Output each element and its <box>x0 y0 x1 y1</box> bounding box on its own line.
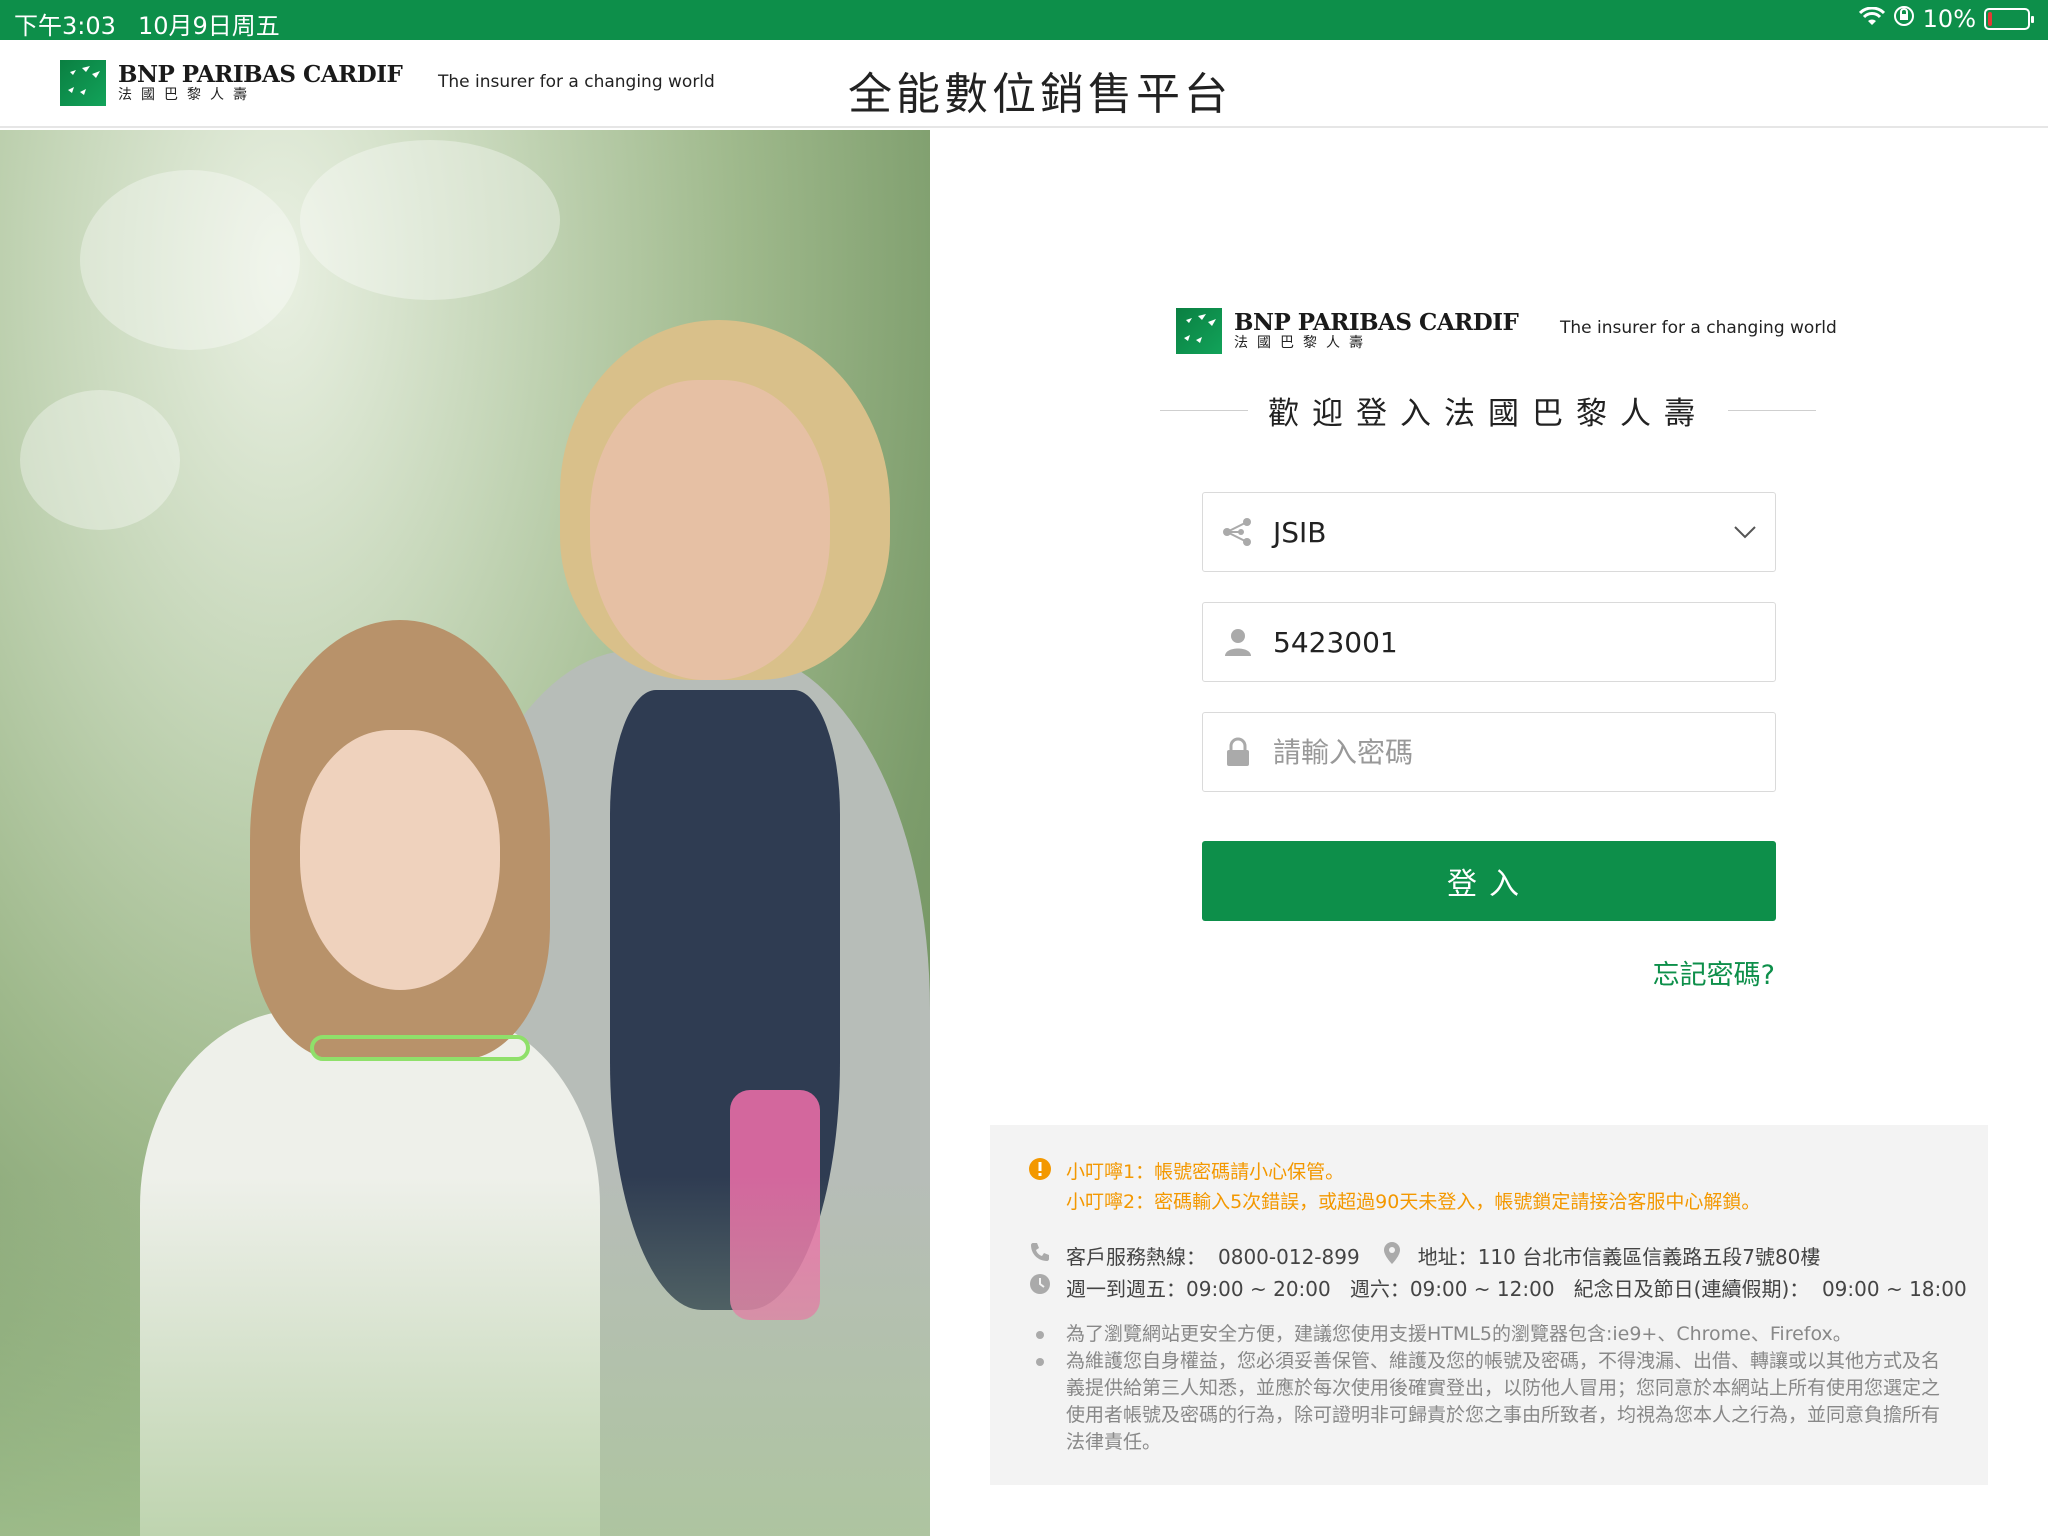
share-network-icon <box>1203 517 1273 547</box>
login-logo: BNP PARIBAS CARDIF 法國巴黎人壽 <box>1176 308 1519 354</box>
status-date: 10月9日周五 <box>138 12 280 40</box>
bnp-stars-logo-icon <box>1176 308 1222 354</box>
account-field[interactable] <box>1202 602 1776 682</box>
clock-icon <box>1026 1273 1054 1295</box>
user-icon <box>1203 627 1273 657</box>
battery-charging-icon <box>1984 8 2034 30</box>
rights-note: 為維護您自身權益，您必須妥善保管、維護及您的帳號及密碼，不得洩漏、出借、轉讓或以… <box>1066 1350 1941 1453</box>
bullet <box>1036 1358 1044 1366</box>
header-brand-name: BNP PARIBAS CARDIF <box>118 61 403 88</box>
phone-icon <box>1026 1241 1054 1263</box>
wifi-icon <box>1858 5 1885 33</box>
password-field[interactable] <box>1202 712 1776 792</box>
hotline-number[interactable]: 0800-012-899 <box>1218 1241 1360 1273</box>
battery-level <box>1988 12 1992 26</box>
password-input[interactable] <box>1273 735 1775 769</box>
address-value: 110 台北市信義區信義路五段7號80樓 <box>1477 1245 1821 1269</box>
rights-note-row: 為維護您自身權益，您必須妥善保管、維護及您的帳號及密碼，不得洩漏、出借、轉讓或以… <box>1026 1348 1946 1456</box>
status-bar: 下午3:03 10月9日周五 10% <box>0 0 2048 40</box>
header-tagline: The insurer for a changing world <box>438 72 715 92</box>
header-logo: BNP PARIBAS CARDIF 法國巴黎人壽 <box>60 60 403 106</box>
orientation-lock-icon <box>1893 5 1915 33</box>
status-right-group: 10% <box>1858 5 2034 33</box>
bullet <box>1036 1331 1044 1339</box>
channel-value: JSIB <box>1273 515 1327 549</box>
address-label: 地址： <box>1417 1245 1478 1269</box>
browser-note: 為了瀏覽網站更安全方便，建議您使用支援HTML5的瀏覽器包含:ie9+、Chro… <box>1066 1323 1852 1345</box>
chevron-down-icon[interactable] <box>1715 525 1775 539</box>
divider-left <box>1160 409 1248 411</box>
service-hours: 週一到週五：09:00 ~ 20:00 週六：09:00 ~ 12:00 紀念日… <box>1066 1277 1967 1301</box>
login-brand-name: BNP PARIBAS CARDIF <box>1234 309 1519 336</box>
login-brand-cn: 法國巴黎人壽 <box>1234 335 1372 351</box>
warning-icon <box>1026 1157 1054 1181</box>
battery-percent: 10% <box>1922 5 1976 33</box>
map-pin-icon <box>1378 1241 1406 1265</box>
status-time: 下午3:03 <box>14 12 116 40</box>
hero-photo <box>0 130 930 1536</box>
page-title: 全能數位銷售平台 <box>848 69 1232 120</box>
app-header: BNP PARIBAS CARDIF 法國巴黎人壽 The insurer fo… <box>0 40 2048 128</box>
divider-right <box>1728 409 1816 411</box>
lock-icon <box>1203 737 1273 767</box>
welcome-heading: 歡迎登入法國巴黎人壽 <box>1160 385 1816 435</box>
welcome-text: 歡迎登入法國巴黎人壽 <box>1268 395 1708 432</box>
login-button[interactable]: 登入 <box>1202 841 1776 921</box>
bnp-stars-logo-icon <box>60 60 106 106</box>
header-brand-cn: 法國巴黎人壽 <box>118 87 256 103</box>
hotline-label: 客戶服務熱線： <box>1066 1245 1206 1269</box>
login-tagline: The insurer for a changing world <box>1560 318 1837 338</box>
hours-row: 週一到週五：09:00 ~ 20:00 週六：09:00 ~ 12:00 紀念日… <box>1026 1273 1967 1305</box>
account-input[interactable] <box>1273 625 1775 659</box>
tip-2: 小叮嚀2：密碼輸入5次錯誤，或超過90天未登入，帳號鎖定請接洽客服中心解鎖。 <box>1066 1191 1761 1213</box>
browser-note-row: 為了瀏覽網站更安全方便，建議您使用支援HTML5的瀏覽器包含:ie9+、Chro… <box>1026 1321 1986 1348</box>
notice-panel: 小叮嚀1：帳號密碼請小心保管。 小叮嚀2：密碼輸入5次錯誤，或超過90天未登入，… <box>990 1125 1988 1485</box>
contact-row: 客戶服務熱線： 0800-012-899 地址： 110 台北市信義區信義路五段… <box>1026 1241 1820 1273</box>
tips-row: 小叮嚀1：帳號密碼請小心保管。 小叮嚀2：密碼輸入5次錯誤，或超過90天未登入，… <box>1026 1157 1760 1217</box>
channel-select[interactable]: JSIB <box>1202 492 1776 572</box>
forgot-password-link[interactable]: 忘記密碼? <box>1653 953 1775 992</box>
tip-1: 小叮嚀1：帳號密碼請小心保管。 <box>1066 1161 1345 1183</box>
